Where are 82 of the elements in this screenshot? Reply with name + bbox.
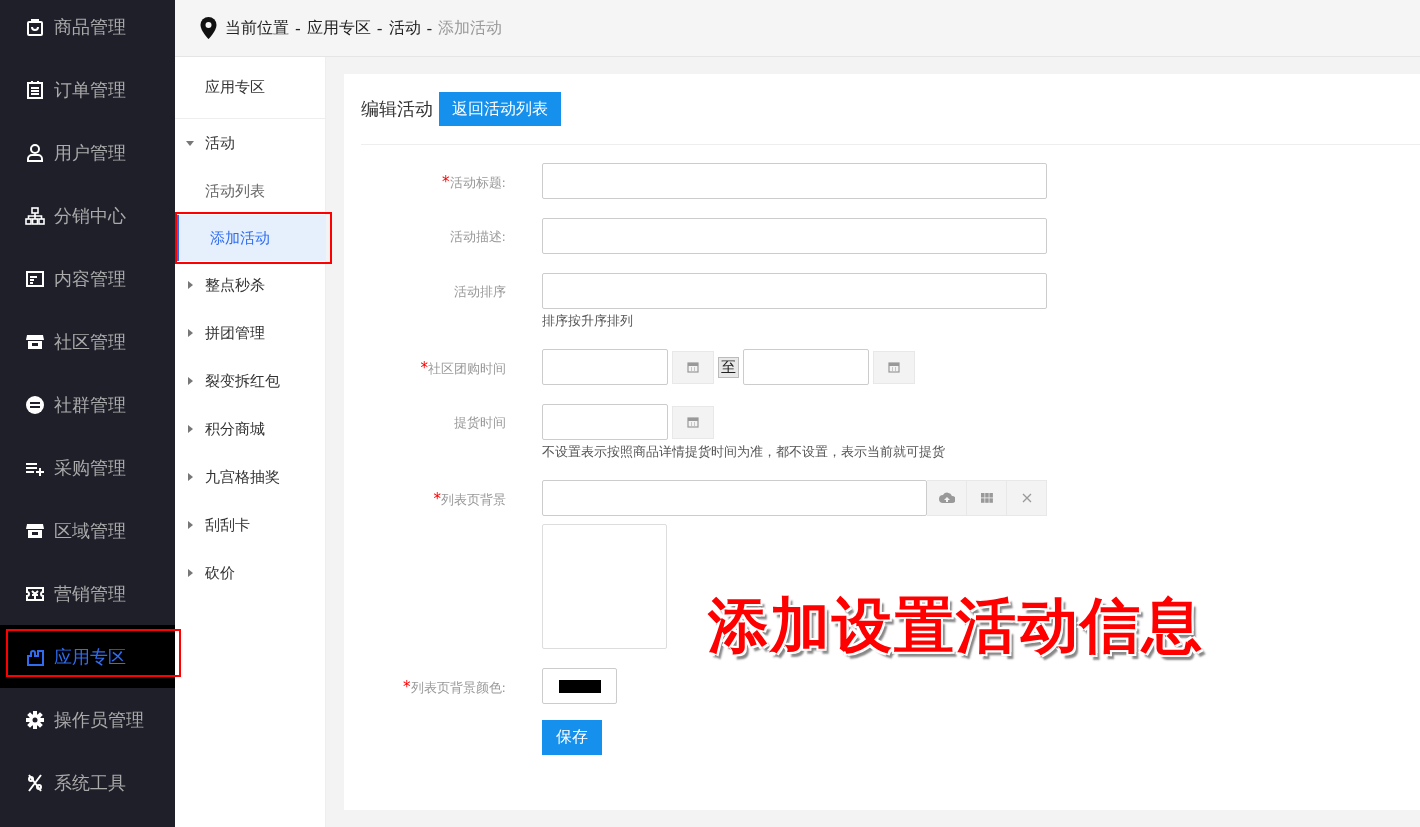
minus-circle-icon (25, 394, 45, 415)
text-input[interactable] (542, 163, 1047, 199)
sidebar-item[interactable]: 订单管理 (0, 58, 175, 121)
sidebar-item[interactable]: 采购管理 (0, 436, 175, 499)
sidebar-item[interactable]: 系统工具 (0, 751, 175, 814)
image-url-input[interactable] (542, 480, 927, 516)
date-input[interactable] (743, 349, 869, 385)
range-joiner: 至 (718, 356, 739, 378)
submenu-group[interactable]: 拼团管理 (175, 309, 325, 357)
breadcrumb-separator: - (426, 18, 433, 38)
upload-button[interactable] (927, 480, 967, 516)
date-input[interactable] (542, 404, 668, 440)
caret-right-icon (186, 569, 194, 577)
breadcrumb-item[interactable]: 应用专区 (306, 17, 371, 39)
field-label: 活动排序 (454, 284, 506, 299)
annotation-caption: 添加设置活动信息 (708, 589, 1204, 662)
tools-icon (25, 772, 45, 793)
calendar-button[interactable] (672, 350, 714, 384)
caret-right-icon (186, 473, 194, 481)
clear-button[interactable] (1007, 480, 1047, 516)
submenu-group[interactable]: 活动 (175, 119, 325, 167)
caret-right-icon (186, 425, 194, 433)
calendar-button[interactable] (672, 405, 714, 439)
sidebar-item[interactable]: 营销管理 (0, 562, 175, 625)
calendar-icon (687, 361, 699, 373)
calendar-icon (888, 361, 900, 373)
sidebar-item[interactable]: 商品管理 (0, 0, 175, 58)
caret-right-icon (186, 329, 194, 337)
grid-icon (980, 493, 993, 503)
cloud-upload-icon (938, 492, 955, 504)
submenu-group[interactable]: 刮刮卡 (175, 501, 325, 549)
field-label: 社区团购时间 (428, 361, 506, 376)
text-input[interactable] (542, 273, 1047, 309)
submenu-group[interactable]: 砍价 (175, 549, 325, 597)
bag-icon (25, 16, 45, 37)
field-label: 列表页背景颜色: (410, 680, 506, 695)
field-label: 列表页背景 (441, 492, 506, 507)
sidebar-item[interactable]: 内容管理 (0, 247, 175, 310)
field-hint: 排序按升序排列 (542, 312, 634, 330)
required-mark: * (403, 678, 411, 696)
sidebar-item[interactable]: 用户管理 (0, 121, 175, 184)
grid-button[interactable] (967, 480, 1007, 516)
field-label: 活动标题: (449, 175, 506, 190)
calendar-icon (687, 416, 699, 428)
submenu-group[interactable]: 裂变拆红包 (175, 357, 325, 405)
caret-right-icon (186, 281, 194, 289)
person-icon (25, 142, 45, 163)
color-picker[interactable] (542, 668, 617, 704)
clipboard-icon (25, 79, 45, 100)
required-mark: * (442, 173, 450, 191)
submenu-group[interactable]: 九宫格抽奖 (175, 453, 325, 501)
card-icon (25, 268, 45, 289)
close-icon (1021, 493, 1032, 503)
sidebar-item[interactable]: 操作员管理 (0, 688, 175, 751)
caret-right-icon (186, 377, 194, 385)
location-pin-icon (200, 17, 217, 39)
breadcrumb-item[interactable]: 活动 (388, 17, 421, 39)
breadcrumb-item[interactable]: 当前位置 (225, 17, 289, 39)
submenu-item[interactable]: 活动列表 (175, 167, 325, 215)
sidebar-item[interactable]: 社区管理 (0, 310, 175, 373)
caret-right-icon (186, 521, 194, 529)
submenu-title: 应用专区 (175, 57, 325, 119)
date-input[interactable] (542, 349, 668, 385)
submenu-group[interactable]: 整点秒杀 (175, 261, 325, 309)
breadcrumb-separator: - (376, 18, 383, 38)
sidebar-item[interactable]: 分销中心 (0, 184, 175, 247)
sidebar-item[interactable]: 社群管理 (0, 373, 175, 436)
required-mark: * (433, 490, 441, 508)
gear-icon (25, 709, 45, 730)
breadcrumb-separator: - (295, 18, 301, 38)
sitemap-icon (25, 205, 45, 226)
caret-down-icon (186, 139, 194, 147)
sidebar-item[interactable]: 区域管理 (0, 499, 175, 562)
card-title: 编辑活动 (361, 97, 433, 121)
text-input[interactable] (542, 218, 1047, 254)
field-hint: 不设置表示按照商品详情提货时间为准，都不设置，表示当前就可提货 (542, 443, 945, 461)
required-mark: * (420, 359, 428, 377)
field-label: 提货时间 (454, 415, 506, 430)
calendar-button[interactable] (873, 350, 915, 384)
breadcrumb-item: 添加活动 (438, 17, 503, 39)
field-label: 活动描述: (449, 229, 506, 244)
submenu-group[interactable]: 积分商城 (175, 405, 325, 453)
